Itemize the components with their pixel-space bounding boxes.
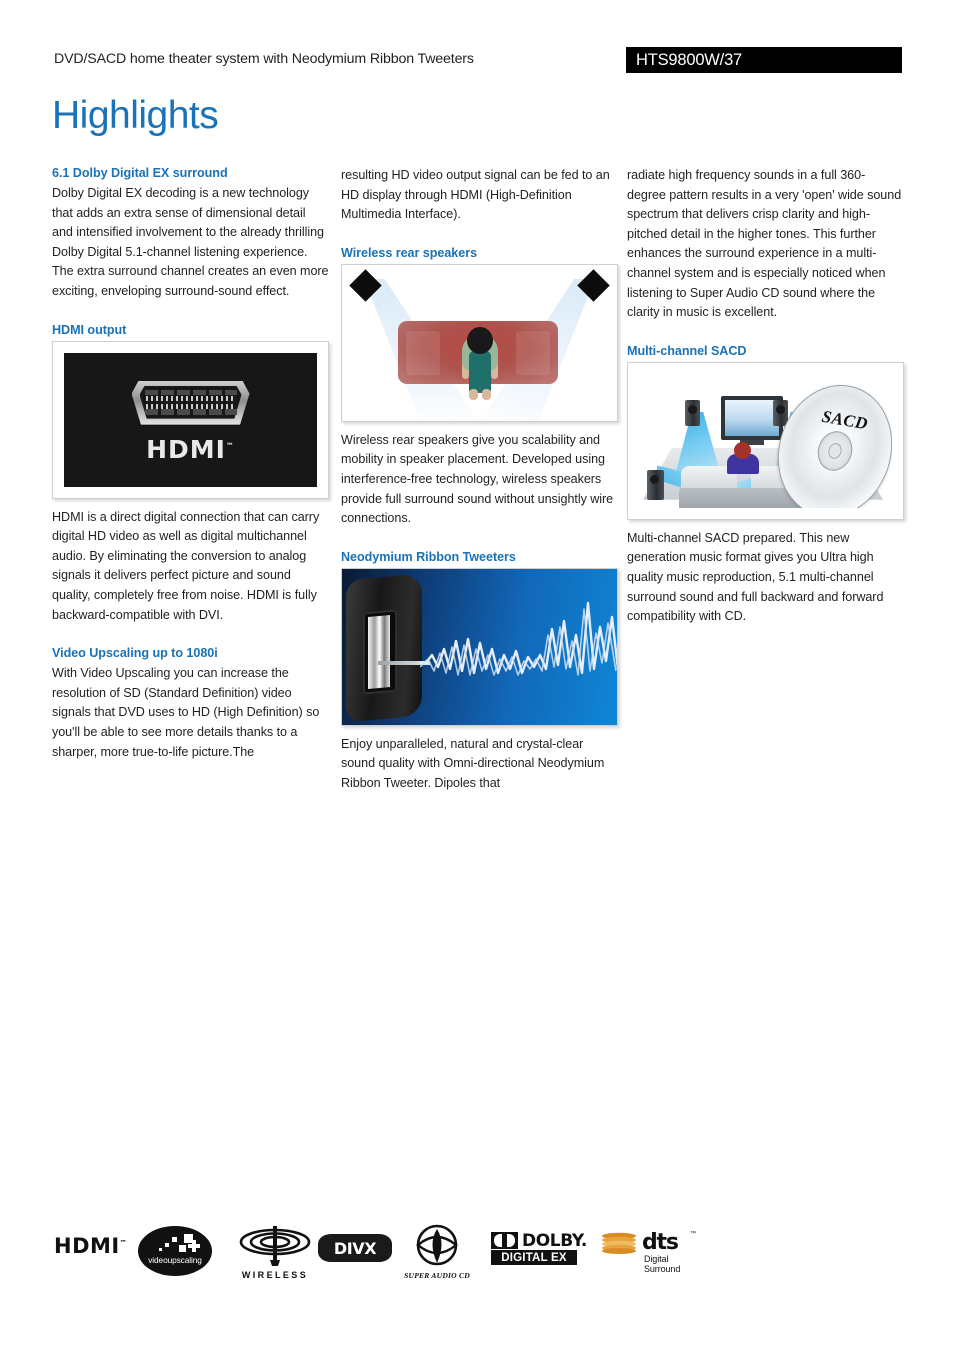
dolby-logo-text: DOLBY. [522,1230,587,1251]
dts-logo-subtext: Digital Surround [644,1254,681,1274]
dolby-digital-ex-logo-subtext: DIGITAL EX [491,1250,577,1265]
section-heading-wireless-rear-speakers: Wireless rear speakers [341,245,478,260]
section-body-wireless-rear-speakers: Wireless rear speakers give you scalabil… [341,432,614,526]
divx-logo-text: DIVX [333,1238,377,1258]
wireless-logo-text: WIRELESS [241,1270,309,1280]
sacd-home-theater-illustration: SACD [639,373,892,508]
hdmi-wordmark: HDMI™ [146,434,235,464]
super-audio-cd-logo: SUPER AUDIO CD [404,1224,470,1280]
section-body-multi-channel-sacd: Multi-channel SACD prepared. This new ge… [627,530,884,624]
column-2: resulting HD video output signal can be … [341,166,618,794]
dolby-digital-ex-logo: DOLBY. DIGITAL EX [491,1231,587,1265]
ribbon-tweeter-waveform-illustration [342,568,617,725]
model-number: HTS9800W/37 [636,51,743,69]
rear-left-speaker-icon [647,469,664,500]
dts-stack-icon [602,1232,636,1254]
wireless-logo: WIRELESS [232,1224,318,1280]
page-title: Highlights [52,94,219,137]
videoupscaling-logo: videoupscaling [138,1226,212,1276]
section-heading-dolby-digital-ex: 6.1 Dolby Digital EX surround [52,166,228,180]
dts-logo-text: dts [642,1230,679,1255]
section-heading-multi-channel-sacd: Multi-channel SACD [627,343,747,358]
divx-logo: DIVX [318,1234,392,1262]
section-body-hdmi-output: HDMI is a direct digital connection that… [52,509,320,622]
super-audio-cd-icon [416,1224,458,1266]
ribbon-tweeter-card [341,567,618,726]
wireless-antenna-icon [239,1226,311,1266]
continuation-body-neodymium-ribbon-tweeters: radiate high frequency sounds in a full … [627,168,902,320]
dts-trademark-symbol: ™ [690,1231,696,1237]
dts-logo: dts ™ Digital Surround [600,1230,700,1274]
section-heading-neodymium-ribbon-tweeters: Neodymium Ribbon Tweeters [341,549,516,564]
hdmi-port-photo: HDMI™ [64,352,317,487]
videoupscaling-logo-text: videoupscaling [148,1255,202,1265]
hdmi-connector-icon [131,380,250,425]
product-subtitle: DVD/SACD home theater system with Neodym… [54,51,474,67]
page-header: DVD/SACD home theater system with Neodym… [0,0,954,80]
section-body-neodymium-ribbon-tweeters: Enjoy unparalleled, natural and crystal-… [341,736,605,790]
wireless-rear-speakers-diagram [342,264,617,421]
section-body-dolby-digital-ex: Dolby Digital EX decoding is a new techn… [52,186,329,298]
sacd-disc-label: SACD [820,406,870,434]
sacd-illustration-card: SACD [627,361,904,520]
section-heading-video-upscaling: Video Upscaling up to 1080i [52,646,218,661]
audio-waveform-icon [420,601,617,676]
continuation-body-video-upscaling: resulting HD video output signal can be … [341,168,610,222]
tweeter-ribbon-shape [368,614,390,689]
section-heading-hdmi-output: HDMI output [52,322,127,337]
front-left-speaker-icon [685,399,700,426]
highlights-page: DVD/SACD home theater system with Neodym… [0,0,954,1350]
wireless-rear-speakers-card [341,263,618,422]
column-1: 6.1 Dolby Digital EX surround Dolby Digi… [52,166,329,762]
footer-logo-strip: HDMI™ videoupscaling WIRELESS DIVX SUPER… [0,1218,954,1288]
hdmi-logo: HDMI™ [54,1234,128,1258]
dolby-double-d-icon [491,1232,518,1249]
sacd-listener-head [734,441,751,459]
section-body-video-upscaling: With Video Upscaling you can increase th… [52,666,320,759]
listener-figure [458,325,502,400]
hdmi-port-photo-card: HDMI™ [52,340,329,499]
column-3: radiate high frequency sounds in a full … [627,166,904,627]
super-audio-cd-logo-text: SUPER AUDIO CD [404,1271,470,1280]
